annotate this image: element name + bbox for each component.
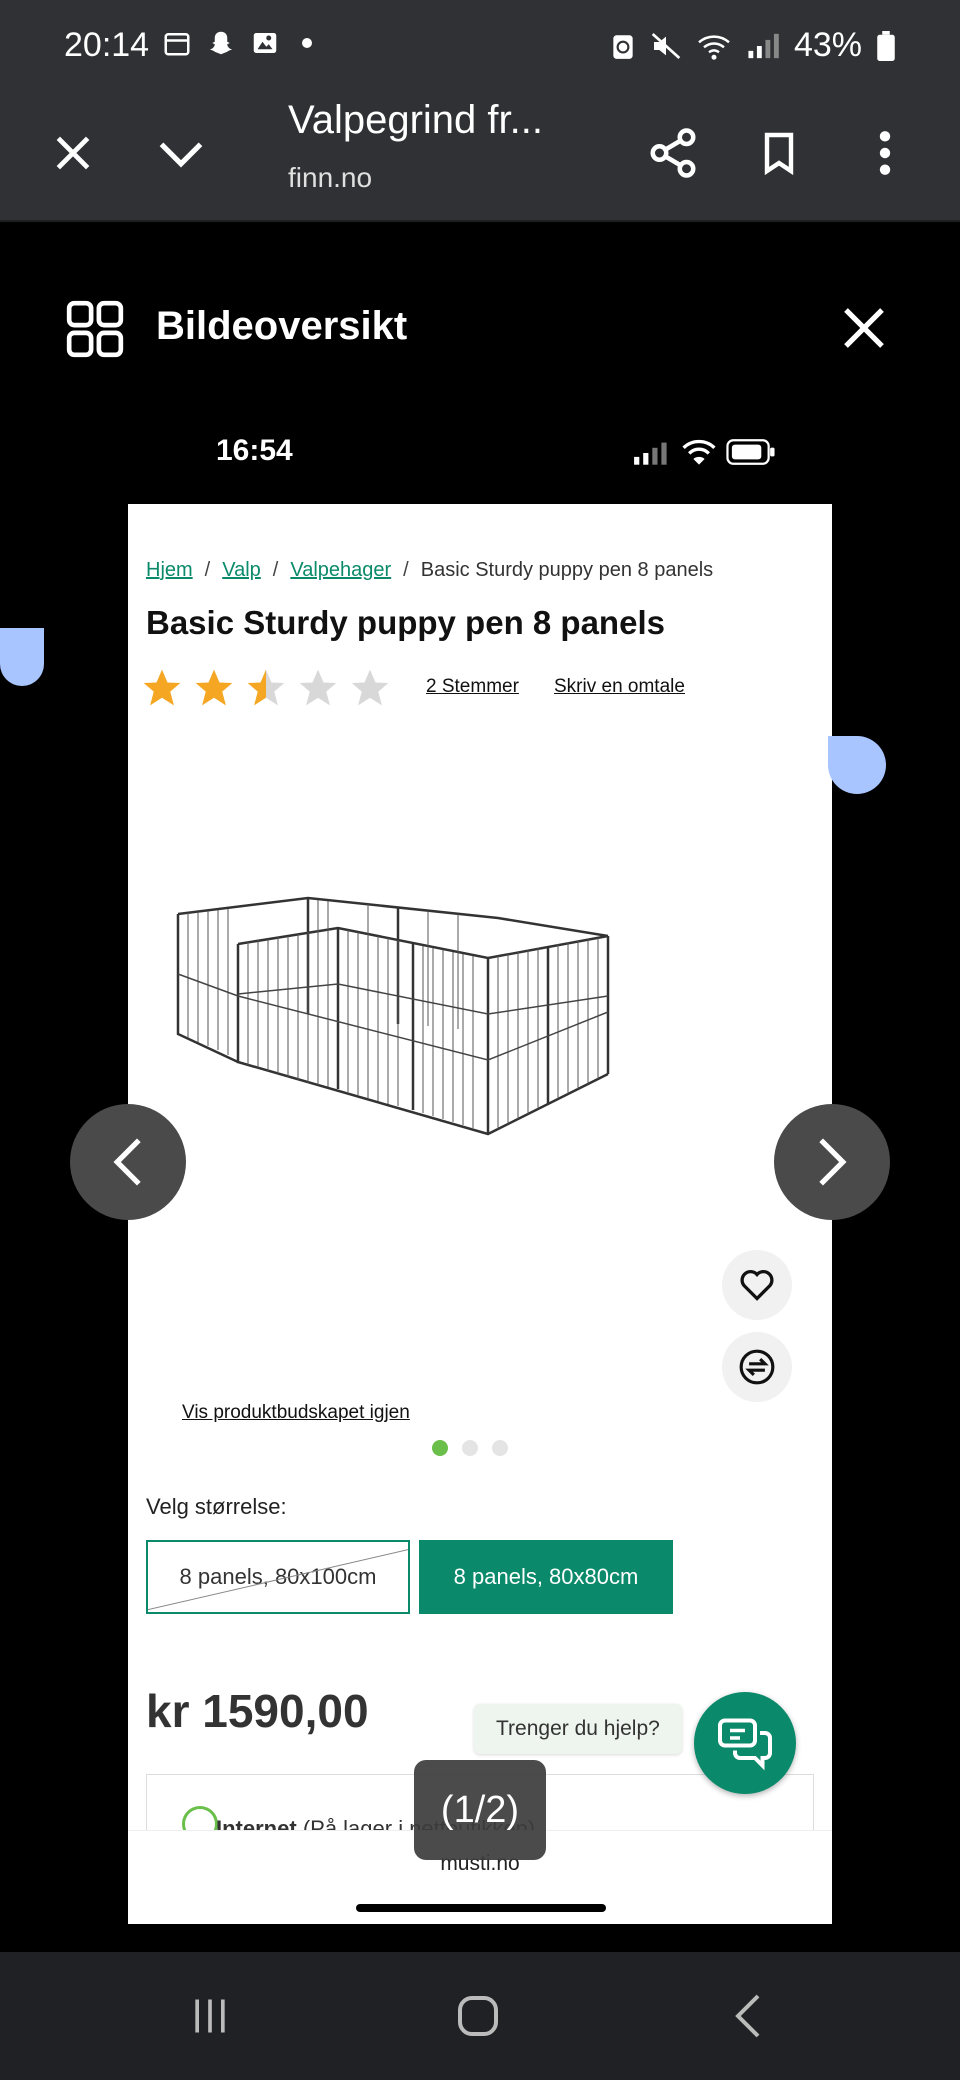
home-button[interactable] bbox=[438, 1976, 518, 2056]
breadcrumb-separator: / bbox=[272, 559, 279, 581]
page-url: finn.no bbox=[288, 162, 373, 193]
back-icon bbox=[735, 1994, 760, 2038]
star-empty-icon bbox=[351, 669, 389, 706]
compare-icon bbox=[739, 1349, 775, 1385]
write-review-link[interactable]: Skriv en omtale bbox=[554, 676, 685, 698]
image-counter: (1/2) bbox=[414, 1760, 546, 1860]
star-half-icon bbox=[247, 669, 285, 706]
favorite-button[interactable] bbox=[722, 1250, 792, 1320]
embedded-battery-icon bbox=[726, 439, 775, 465]
wifi-icon bbox=[698, 34, 730, 60]
recents-icon bbox=[195, 1999, 225, 2033]
breadcrumb-valpehager[interactable]: Valpehager bbox=[290, 559, 391, 581]
pagination-dot[interactable] bbox=[462, 1440, 478, 1456]
breadcrumb-valp[interactable]: Valp bbox=[222, 559, 261, 581]
close-gallery-icon[interactable] bbox=[840, 304, 888, 352]
size-option-80x100[interactable]: 8 panels, 80x100cm bbox=[146, 1540, 410, 1614]
help-bubble[interactable]: Trenger du hjelp? bbox=[474, 1704, 682, 1754]
gallery-header: Bildeoversikt bbox=[0, 224, 960, 434]
breadcrumb-home[interactable]: Hjem bbox=[146, 559, 193, 581]
decorative-blob bbox=[0, 628, 44, 686]
share-button[interactable] bbox=[638, 118, 708, 188]
minimize-button[interactable] bbox=[146, 118, 216, 188]
page-title: Valpegrind fr... bbox=[288, 98, 543, 142]
calendar-icon bbox=[164, 33, 190, 56]
next-image-button[interactable] bbox=[774, 1104, 890, 1220]
breadcrumb-separator: / bbox=[403, 559, 409, 581]
home-icon bbox=[458, 1996, 498, 2036]
system-nav-bar bbox=[0, 1952, 960, 2080]
breadcrumb: Hjem / Valp / Valpehager / Basic Sturdy puppy … bbox=[146, 559, 713, 582]
chevron-left-icon bbox=[113, 1138, 141, 1186]
star-empty-icon bbox=[299, 669, 337, 706]
browser-toolbar: Valpegrind fr... finn.no bbox=[0, 92, 960, 222]
recycle-icon bbox=[613, 34, 633, 59]
embedded-wifi-icon bbox=[682, 439, 716, 465]
star-full-icon bbox=[143, 669, 181, 706]
status-time: 20:14 bbox=[64, 26, 150, 64]
more-vert-icon bbox=[879, 131, 891, 175]
breadcrumb-separator: / bbox=[204, 559, 211, 581]
votes-link[interactable]: 2 Stemmer bbox=[426, 676, 519, 698]
previous-image-button[interactable] bbox=[70, 1104, 186, 1220]
snapchat-icon bbox=[209, 31, 233, 55]
compare-button[interactable] bbox=[722, 1332, 792, 1402]
product-image[interactable] bbox=[168, 884, 728, 1174]
mute-icon bbox=[651, 32, 681, 59]
notification-icons bbox=[162, 28, 312, 58]
more-options-button[interactable] bbox=[850, 118, 920, 188]
show-product-offer-link[interactable]: Vis produktbudskapet igjen bbox=[182, 1402, 410, 1424]
share-icon bbox=[650, 128, 696, 178]
close-icon bbox=[56, 136, 90, 170]
system-icons: 43% bbox=[610, 26, 896, 65]
chat-button[interactable] bbox=[694, 1692, 796, 1794]
gallery-icon bbox=[253, 33, 277, 53]
recent-apps-button[interactable] bbox=[170, 1976, 250, 2056]
chevron-right-icon bbox=[819, 1138, 847, 1186]
star-full-icon bbox=[195, 669, 233, 706]
grid-overview-icon[interactable] bbox=[64, 298, 126, 360]
back-button[interactable] bbox=[708, 1976, 788, 2056]
size-option-label: 8 panels, 80x80cm bbox=[453, 1564, 639, 1589]
chevron-down-icon bbox=[159, 142, 203, 168]
size-label: Velg størrelse: bbox=[146, 1494, 287, 1519]
pagination-dot[interactable] bbox=[432, 1440, 448, 1456]
pagination-dot[interactable] bbox=[492, 1440, 508, 1456]
size-option-80x80[interactable]: 8 panels, 80x80cm bbox=[419, 1540, 673, 1614]
signal-icon bbox=[748, 33, 779, 58]
status-bar: 20:14 43% bbox=[0, 0, 960, 92]
size-option-label: 8 panels, 80x100cm bbox=[179, 1564, 377, 1589]
more-notifications-icon bbox=[302, 38, 312, 48]
bookmark-button[interactable] bbox=[744, 118, 814, 188]
heart-icon bbox=[740, 1269, 774, 1301]
battery-percent: 43% bbox=[793, 26, 862, 64]
home-indicator bbox=[356, 1904, 606, 1912]
embedded-screenshot: Hjem / Valp / Valpehager / Basic Sturdy puppy … bbox=[128, 504, 832, 1924]
star-rating bbox=[140, 666, 392, 710]
product-title: Basic Sturdy puppy pen 8 panels bbox=[146, 604, 665, 641]
embedded-time: 16:54 bbox=[216, 434, 293, 467]
close-tab-button[interactable] bbox=[38, 118, 108, 188]
bookmark-icon bbox=[764, 132, 794, 176]
gallery-title: Bildeoversikt bbox=[156, 304, 408, 348]
embedded-signal-icon bbox=[634, 442, 667, 465]
breadcrumb-current: Basic Sturdy puppy pen 8 panels bbox=[420, 559, 714, 581]
battery-icon bbox=[877, 30, 895, 61]
decorative-blob bbox=[828, 736, 886, 794]
chat-icon bbox=[718, 1718, 772, 1771]
image-pagination bbox=[432, 1440, 508, 1456]
embedded-status-bar: 16:54 bbox=[128, 424, 832, 504]
product-price: kr 1590,00 bbox=[146, 1685, 369, 1737]
